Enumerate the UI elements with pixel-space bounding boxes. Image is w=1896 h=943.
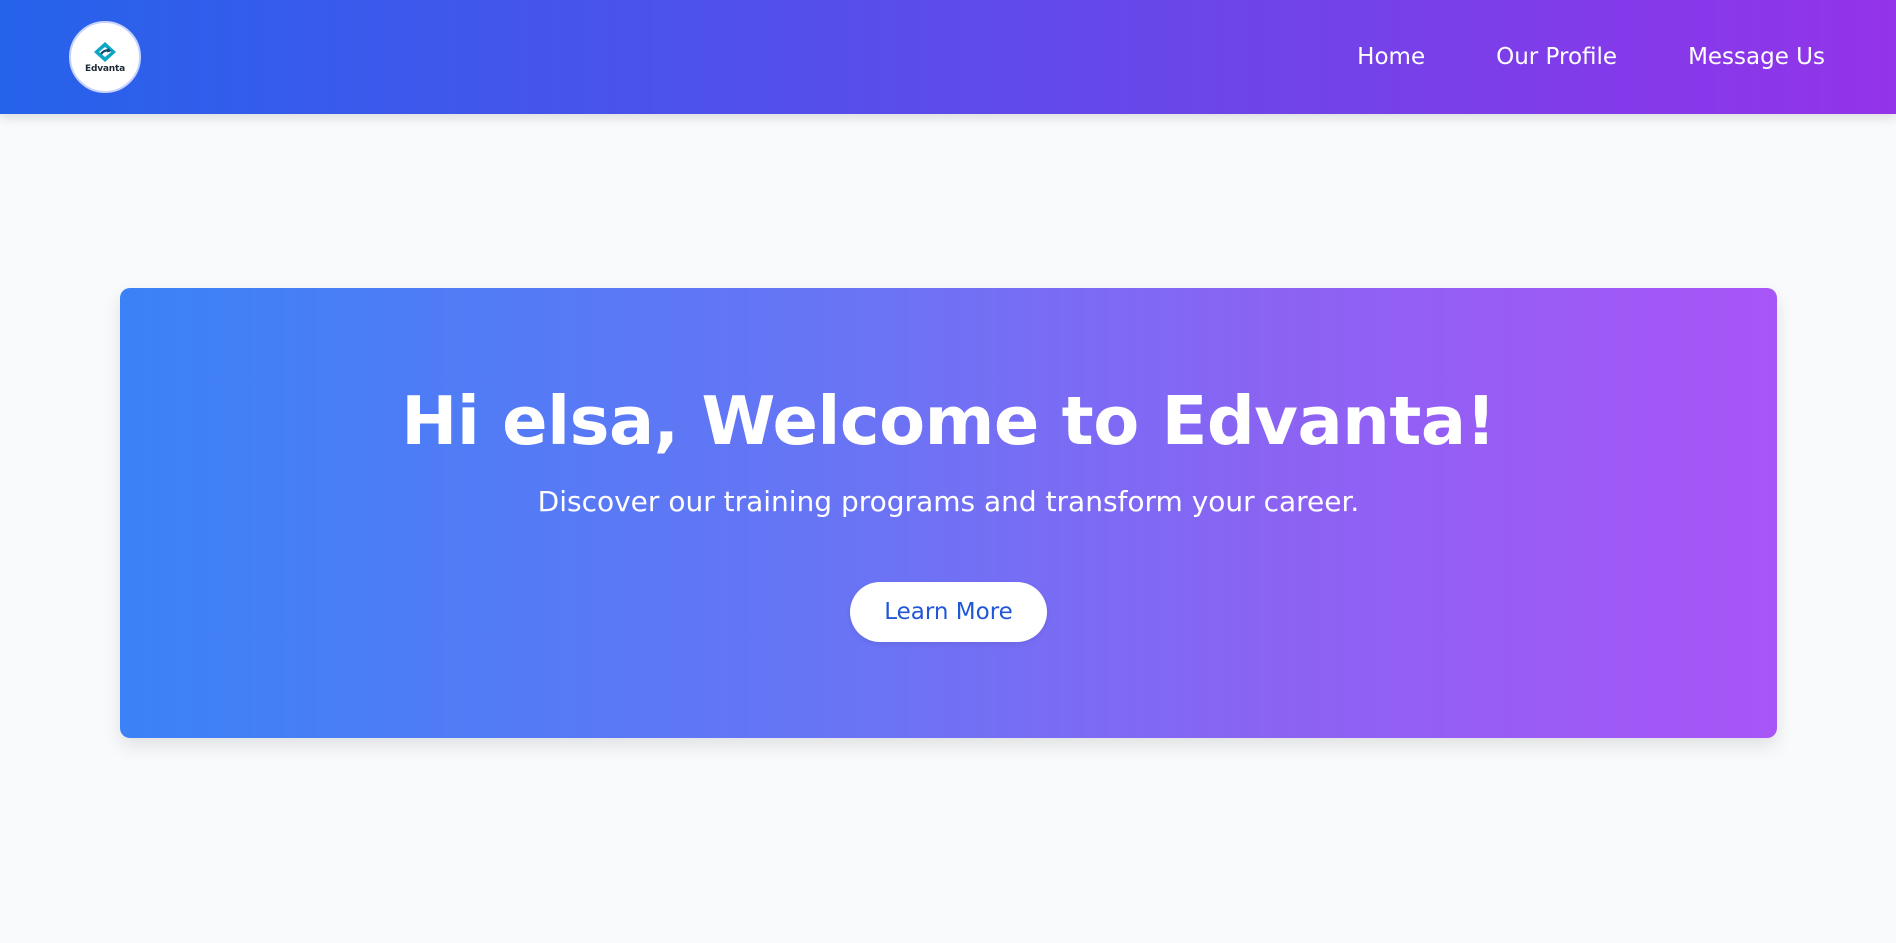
brand-logo[interactable]: Edvanta [69,21,141,93]
logo-text: Edvanta [85,63,125,74]
nav-our-profile-link[interactable]: Our Profile [1496,44,1617,70]
hero-title: Hi elsa, Welcome to Edvanta! [401,382,1496,460]
edvanta-logo-icon [94,41,116,62]
main-nav: Home Our Profile Message Us [1357,0,1825,114]
nav-message-us-link[interactable]: Message Us [1688,44,1825,70]
nav-home-link[interactable]: Home [1357,44,1425,70]
hero-subtitle: Discover our training programs and trans… [537,485,1360,518]
top-navbar: Edvanta Home Our Profile Message Us [0,0,1896,114]
welcome-hero-card: Hi elsa, Welcome to Edvanta! Discover ou… [120,288,1777,738]
learn-more-button[interactable]: Learn More [850,582,1047,642]
